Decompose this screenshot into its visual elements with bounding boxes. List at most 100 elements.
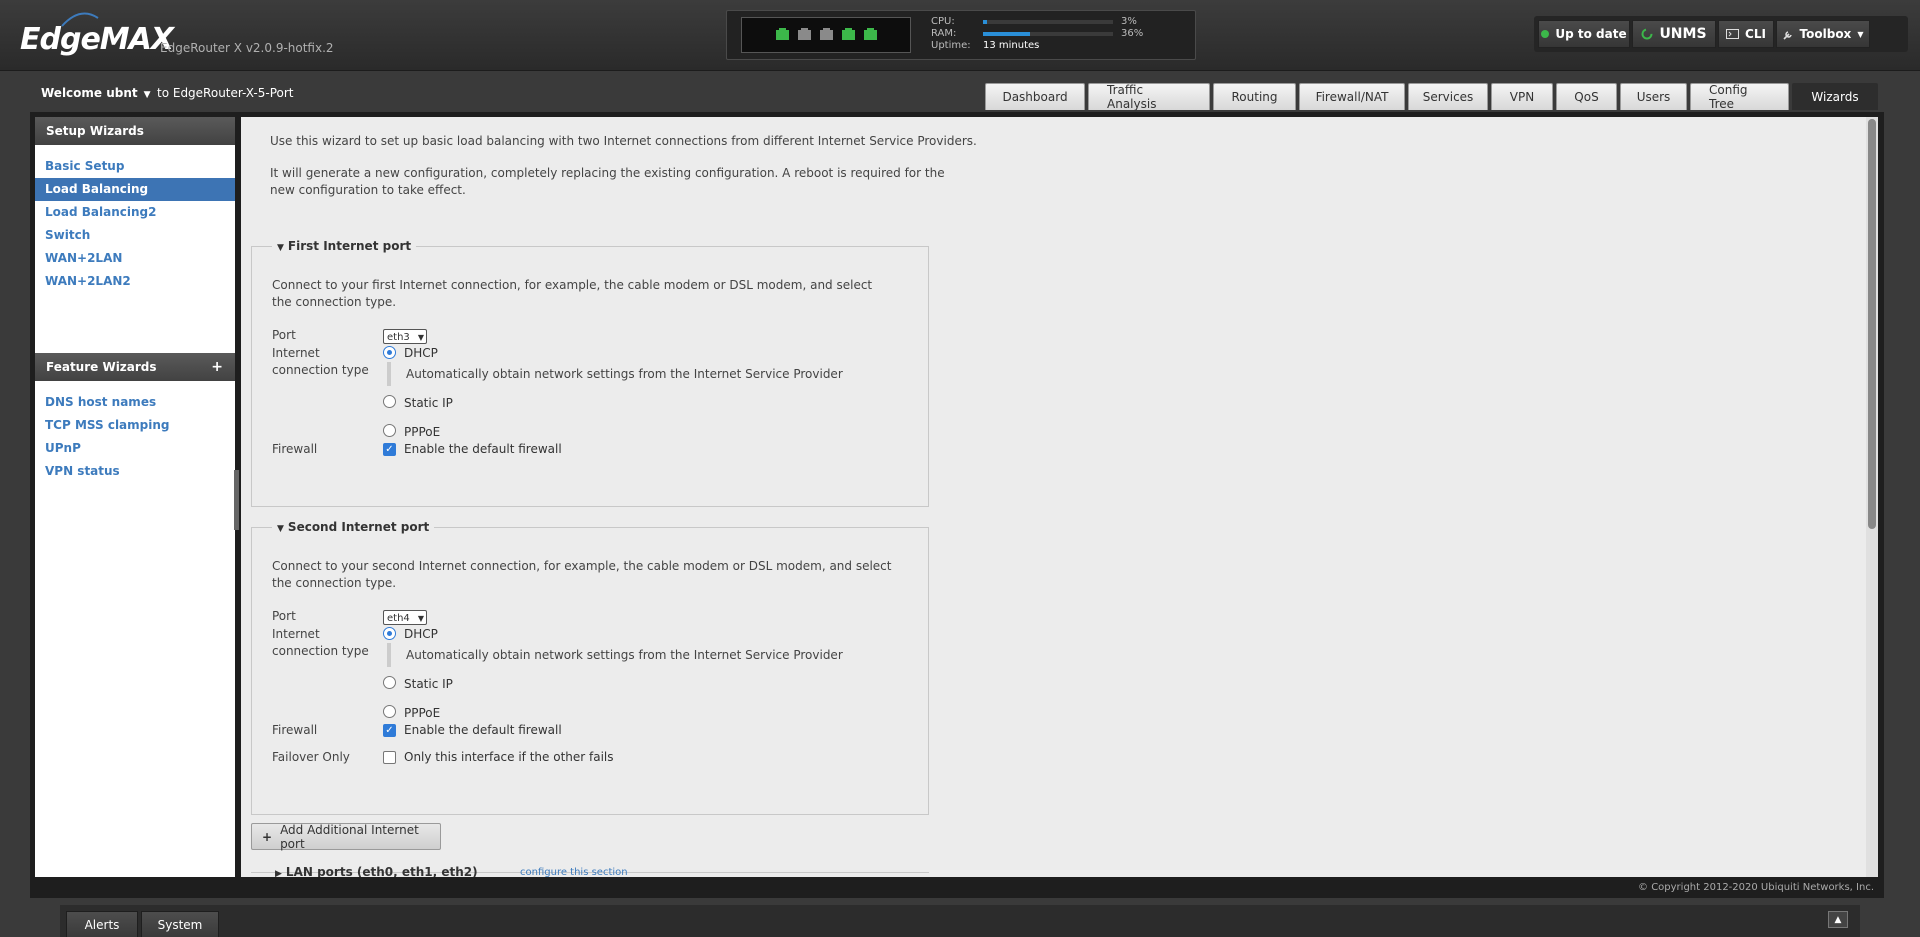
expand-triangle-icon: ▶	[275, 869, 282, 877]
first-pppoe-radio[interactable]	[383, 424, 396, 437]
cpu-bar	[983, 20, 1113, 24]
content-scrollbar[interactable]	[1866, 117, 1878, 877]
second-static-ip-radio[interactable]	[383, 676, 396, 689]
tab-services[interactable]: Services	[1408, 83, 1488, 110]
failover-text: Only this interface if the other fails	[404, 750, 614, 764]
first-port-label: Port	[272, 328, 296, 342]
uptime-value: 13 minutes	[983, 40, 1040, 51]
add-internet-port-button[interactable]: + Add Additional Internet port	[251, 822, 441, 851]
sidebar-item-wan-2lan2[interactable]: WAN+2LAN2	[35, 270, 235, 293]
cli-button[interactable]: CLI	[1718, 20, 1774, 48]
tab-traffic-analysis[interactable]: Traffic Analysis	[1088, 83, 1210, 111]
toolbox-label: Toolbox	[1799, 27, 1852, 41]
tab-config-tree[interactable]: Config Tree	[1690, 83, 1789, 111]
alerts-tab[interactable]: Alerts	[66, 911, 138, 937]
add-feature-icon[interactable]: +	[211, 359, 223, 375]
second-dhcp-radio[interactable]	[383, 627, 396, 640]
add-internet-port-label: Add Additional Internet port	[280, 822, 419, 851]
toolbox-button[interactable]: Toolbox ▼	[1776, 20, 1870, 48]
caret-down-icon: ▼	[143, 90, 151, 100]
setup-wizards-title: Setup Wizards	[46, 124, 144, 138]
first-static-ip-radio[interactable]	[383, 395, 396, 408]
second-port-select[interactable]: eth4 ▼	[383, 610, 427, 625]
wizard-content: Use this wizard to set up basic load bal…	[241, 117, 1878, 877]
sidebar-item-load-balancing2[interactable]: Load Balancing2	[35, 201, 235, 224]
second-port-legend[interactable]: ▼ Second Internet port	[272, 520, 435, 534]
failover-checkbox[interactable]	[383, 751, 396, 764]
second-internet-port-section: ▼ Second Internet port Connect to your se…	[251, 520, 929, 815]
ethernet-port-3-icon	[841, 28, 855, 40]
unms-label: UNMS	[1659, 26, 1707, 42]
tab-firewall-nat[interactable]: Firewall/NAT	[1299, 83, 1405, 110]
first-firewall-label: Firewall	[272, 442, 318, 456]
first-port-legend[interactable]: ▼ First Internet port	[272, 239, 417, 253]
tab-users[interactable]: Users	[1620, 83, 1687, 110]
first-port-select[interactable]: eth3 ▼	[383, 329, 427, 344]
sidebar-item-dns-host-names[interactable]: DNS host names	[35, 391, 235, 414]
top-button-group: Up to date UNMS CLI Toolbox ▼	[1534, 16, 1908, 52]
sidebar-item-load-balancing[interactable]: Load Balancing	[35, 178, 235, 201]
sidebar-item-switch[interactable]: Switch	[35, 224, 235, 247]
cpu-value: 3%	[1121, 16, 1137, 27]
ram-bar	[983, 32, 1113, 36]
sidebar-item-vpn-status[interactable]: VPN status	[35, 460, 235, 483]
system-tab[interactable]: System	[141, 911, 219, 937]
first-dhcp-desc-bar	[387, 362, 391, 386]
first-port-description: Connect to your first Internet connectio…	[272, 278, 873, 309]
unms-button[interactable]: UNMS	[1632, 20, 1716, 48]
sidebar-item-wan-2lan[interactable]: WAN+2LAN	[35, 247, 235, 270]
ethernet-port-2-icon	[819, 28, 833, 40]
terminal-icon	[1726, 29, 1740, 39]
main-tabs: Dashboard Traffic Analysis Routing Firew…	[985, 83, 1878, 111]
tab-vpn[interactable]: VPN	[1491, 83, 1553, 110]
second-port-description: Connect to your second Internet connecti…	[272, 559, 892, 590]
tab-routing[interactable]: Routing	[1213, 83, 1296, 110]
second-firewall-label: Firewall	[272, 723, 318, 737]
second-firewall-checkbox[interactable]: ✓	[383, 724, 396, 737]
setup-wizards-list: Basic Setup Load Balancing Load Balancin…	[35, 145, 235, 303]
sidebar-item-tcp-mss-clamping[interactable]: TCP MSS clamping	[35, 414, 235, 437]
up-to-date-button[interactable]: Up to date	[1538, 20, 1630, 48]
tab-dashboard[interactable]: Dashboard	[985, 83, 1085, 110]
second-pppoe-label: PPPoE	[404, 706, 441, 720]
collapse-triangle-icon: ▼	[277, 524, 284, 534]
feature-wizards-title: Feature Wizards	[46, 360, 157, 374]
sidebar-resize-handle[interactable]	[234, 470, 239, 530]
plus-icon: +	[262, 829, 273, 844]
select-chevron-icon: ▼	[417, 614, 424, 623]
collapse-triangle-icon: ▼	[277, 243, 284, 253]
firmware-version: EdgeRouter X v2.0.9-hotfix.2	[160, 41, 334, 55]
second-dhcp-label: DHCP	[404, 627, 438, 641]
ethernet-port-1-icon	[797, 28, 811, 40]
tab-qos[interactable]: QoS	[1556, 83, 1617, 110]
first-firewall-checkbox[interactable]: ✓	[383, 443, 396, 456]
ram-value: 36%	[1121, 28, 1144, 39]
cpu-bar-fill	[983, 20, 987, 24]
welcome-label: Welcome ubnt	[41, 86, 138, 100]
welcome-menu[interactable]: Welcome ubnt ▼	[41, 86, 151, 100]
intro-text-2: It will generate a new configuration, co…	[270, 166, 945, 197]
setup-wizards-header: Setup Wizards	[35, 117, 235, 145]
first-pppoe-label: PPPoE	[404, 425, 441, 439]
second-dhcp-description: Automatically obtain network settings fr…	[406, 648, 843, 662]
second-pppoe-radio[interactable]	[383, 705, 396, 718]
second-conn-type-label: Internet connection type	[272, 627, 369, 658]
uptime-label: Uptime:	[931, 40, 971, 51]
sidebar-item-basic-setup[interactable]: Basic Setup	[35, 155, 235, 178]
failover-label: Failover Only	[272, 750, 350, 764]
tab-wizards[interactable]: Wizards	[1792, 83, 1878, 110]
first-dhcp-radio[interactable]	[383, 346, 396, 359]
unms-spinner-icon	[1641, 28, 1653, 40]
lan-ports-legend[interactable]: ▶ LAN ports (eth0, eth1, eth2)	[275, 865, 478, 877]
status-dot-icon	[1541, 30, 1550, 38]
port-status	[741, 17, 911, 53]
first-firewall-text: Enable the default firewall	[404, 442, 562, 456]
chevron-up-icon[interactable]: ▲	[1828, 911, 1848, 928]
scrollbar-thumb[interactable]	[1868, 119, 1876, 529]
status-panel: CPU: 3% RAM: 36% Uptime: 13 minutes	[726, 10, 1196, 60]
first-conn-type-label: Internet connection type	[272, 346, 369, 377]
configure-section-link[interactable]: configure this section	[520, 867, 628, 877]
sidebar-item-upnp[interactable]: UPnP	[35, 437, 235, 460]
feature-wizards-header[interactable]: Feature Wizards +	[35, 353, 235, 381]
select-chevron-icon: ▼	[417, 333, 424, 342]
